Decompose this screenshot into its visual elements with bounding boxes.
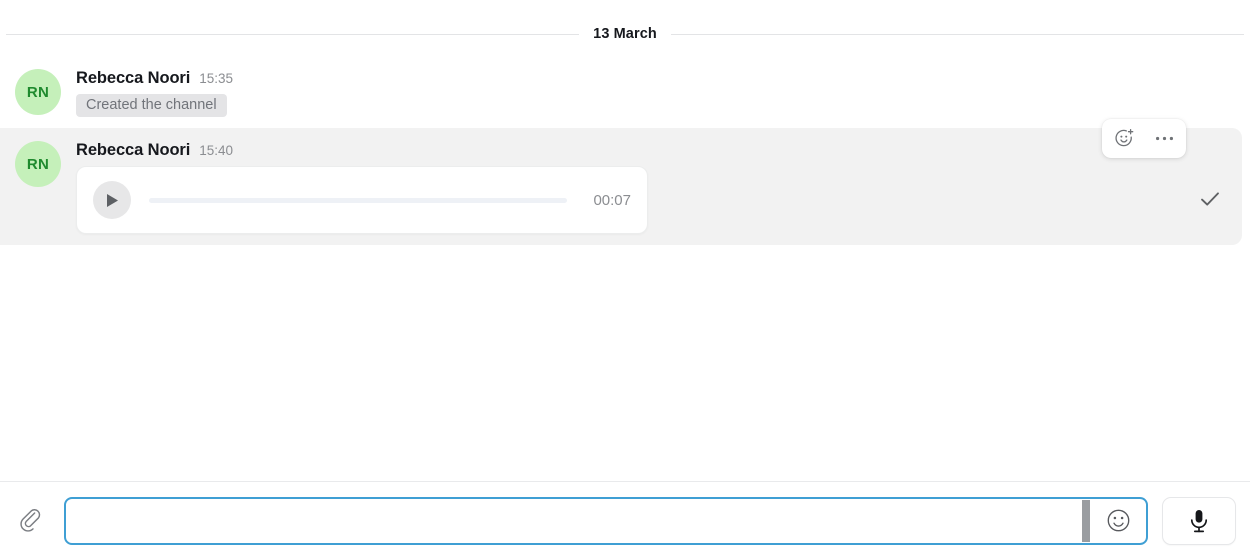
date-divider-rule-right	[670, 33, 1245, 35]
message-input-wrapper[interactable]	[64, 496, 1148, 545]
message-header: Rebecca Noori 15:35	[76, 69, 1236, 88]
emoji-smiley-icon[interactable]	[1090, 499, 1146, 543]
avatar-column: RN	[0, 139, 76, 187]
date-divider-rule-left	[6, 33, 580, 35]
message-row[interactable]: RN Rebecca Noori 15:40 00:07	[0, 119, 1242, 245]
input-scrollbar[interactable]	[1082, 499, 1090, 542]
voice-message-bubble[interactable]: 00:07	[76, 166, 648, 234]
message-timestamp: 15:40	[199, 143, 234, 158]
message-body: Rebecca Noori 15:40 00:07	[76, 139, 1228, 234]
paperclip-icon[interactable]	[8, 499, 52, 543]
chat-app: 13 March RN Rebecca Noori 15:35 Created …	[0, 0, 1250, 559]
voice-progress-bar[interactable]	[149, 197, 567, 203]
message-body: Rebecca Noori 15:35 Created the channel	[76, 67, 1236, 117]
message-list[interactable]: 13 March RN Rebecca Noori 15:35 Created …	[0, 0, 1250, 481]
avatar-column: RN	[0, 67, 76, 115]
play-icon[interactable]	[93, 181, 131, 219]
message-composer	[0, 481, 1250, 559]
avatar[interactable]: RN	[15, 69, 61, 115]
check-icon	[1200, 191, 1220, 207]
microphone-icon[interactable]	[1162, 496, 1236, 545]
voice-duration: 00:07	[593, 191, 631, 209]
message-input[interactable]	[66, 498, 1082, 543]
add-reaction-icon[interactable]	[1112, 126, 1137, 151]
message-hover-toolbar[interactable]	[1102, 119, 1186, 158]
date-divider: 13 March	[0, 26, 1250, 42]
message-timestamp: 15:35	[199, 71, 234, 86]
message-row[interactable]: RN Rebecca Noori 15:35 Created the chann…	[0, 56, 1250, 128]
sender-name[interactable]: Rebecca Noori	[76, 141, 190, 160]
date-divider-label: 13 March	[593, 26, 657, 42]
message-header: Rebecca Noori 15:40	[76, 141, 1228, 160]
sender-name[interactable]: Rebecca Noori	[76, 69, 190, 88]
avatar[interactable]: RN	[15, 141, 61, 187]
system-message-badge: Created the channel	[76, 94, 227, 117]
more-options-icon[interactable]	[1153, 133, 1176, 144]
